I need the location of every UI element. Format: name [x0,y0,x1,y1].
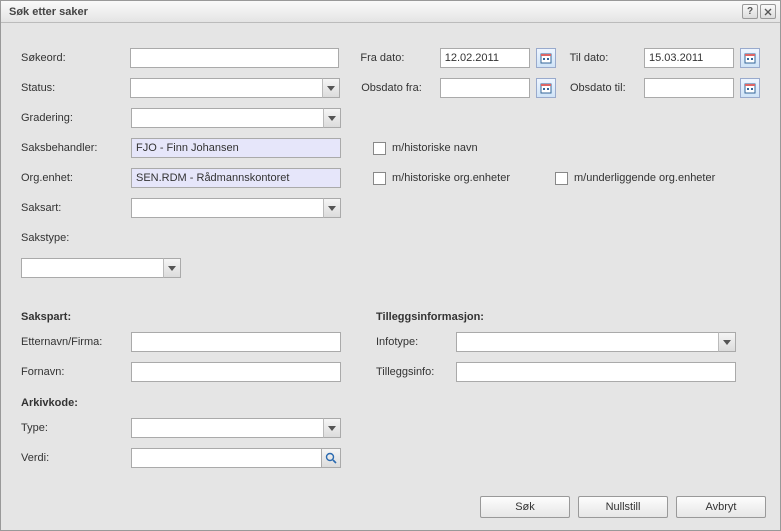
sokeord-input[interactable] [130,48,338,68]
label-sakstype: Sakstype: [21,232,131,244]
dialog-footer: Søk Nullstill Avbryt [480,496,766,518]
nullstill-button[interactable]: Nullstill [578,496,668,518]
label-fradato: Fra dato: [360,52,439,64]
sakspart-header: Sakspart: [21,311,376,323]
type-dropdown-button[interactable] [323,418,341,438]
label-etternavn-firma: Etternavn/Firma: [21,336,131,348]
verdi-input[interactable] [131,448,341,468]
fradato-picker-button[interactable] [536,48,556,68]
close-button[interactable] [760,4,776,19]
dialog-window: Søk etter saker ? Søkeord: Fra dato: 12.… [0,0,781,531]
label-infotype: Infotype: [376,336,456,348]
orgenhet-input[interactable]: SEN.RDM - Rådmannskontoret [131,168,341,188]
avbryt-button[interactable]: Avbryt [676,496,766,518]
label-tilleggsinfo: Tilleggsinfo: [376,366,456,378]
gradering-select[interactable] [131,108,341,128]
tilleggsinfo-header: Tilleggsinformasjon: [376,311,760,323]
chevron-down-icon [328,116,336,121]
label-saksart: Saksart: [21,202,131,214]
status-select[interactable] [130,78,340,98]
label-sokeord: Søkeord: [21,52,130,64]
chevron-down-icon [328,426,336,431]
fradato-input[interactable]: 12.02.2011 [440,48,530,68]
calendar-icon [540,52,552,64]
saksart-select[interactable] [131,198,341,218]
label-tildato: Til dato: [570,52,644,64]
obsdato-til-input[interactable] [644,78,734,98]
calendar-icon [744,52,756,64]
label-fornavn: Fornavn: [21,366,131,378]
tildato-picker-button[interactable] [740,48,760,68]
label-underliggende-orgenheter: m/underliggende org.enheter [574,172,715,184]
status-dropdown-button[interactable] [322,78,340,98]
label-status: Status: [21,82,130,94]
close-icon [764,8,772,16]
sok-button[interactable]: Søk [480,496,570,518]
label-historiske-orgenheter: m/historiske org.enheter [392,172,537,184]
obsdato-fra-picker-button[interactable] [536,78,556,98]
saksart-dropdown-button[interactable] [323,198,341,218]
underliggende-orgenheter-checkbox[interactable] [555,172,568,185]
sakstype-select[interactable] [21,258,181,278]
titlebar: Søk etter saker ? [1,1,780,23]
label-gradering: Gradering: [21,112,131,124]
chevron-down-icon [328,206,336,211]
label-orgenhet: Org.enhet: [21,172,131,184]
label-obsdato-til: Obsdato til: [570,82,644,94]
label-verdi: Verdi: [21,452,131,464]
tilleggsinfo-input[interactable] [456,362,736,382]
obsdato-fra-input[interactable] [440,78,530,98]
tildato-input[interactable]: 15.03.2011 [644,48,734,68]
historiske-orgenheter-checkbox[interactable] [373,172,386,185]
obsdato-til-picker-button[interactable] [740,78,760,98]
chevron-down-icon [168,266,176,271]
label-historiske-navn: m/historiske navn [392,142,478,154]
fornavn-input[interactable] [131,362,341,382]
saksbehandler-input[interactable]: FJO - Finn Johansen [131,138,341,158]
chevron-down-icon [723,340,731,345]
chevron-down-icon [327,86,335,91]
infotype-select[interactable] [456,332,736,352]
gradering-dropdown-button[interactable] [323,108,341,128]
infotype-dropdown-button[interactable] [718,332,736,352]
arkivkode-header: Arkivkode: [21,397,376,409]
form-content: Søkeord: Fra dato: 12.02.2011 Til dato: … [1,23,780,487]
label-obsdato-fra: Obsdato fra: [361,82,440,94]
label-type: Type: [21,422,131,434]
etternavn-firma-input[interactable] [131,332,341,352]
calendar-icon [744,82,756,94]
verdi-lookup-button[interactable] [321,448,341,468]
historiske-navn-checkbox[interactable] [373,142,386,155]
type-select[interactable] [131,418,341,438]
sakstype-dropdown-button[interactable] [163,258,181,278]
window-title: Søk etter saker [9,6,740,18]
label-saksbehandler: Saksbehandler: [21,142,131,154]
help-button[interactable]: ? [742,4,758,19]
calendar-icon [540,82,552,94]
search-icon [325,452,337,464]
